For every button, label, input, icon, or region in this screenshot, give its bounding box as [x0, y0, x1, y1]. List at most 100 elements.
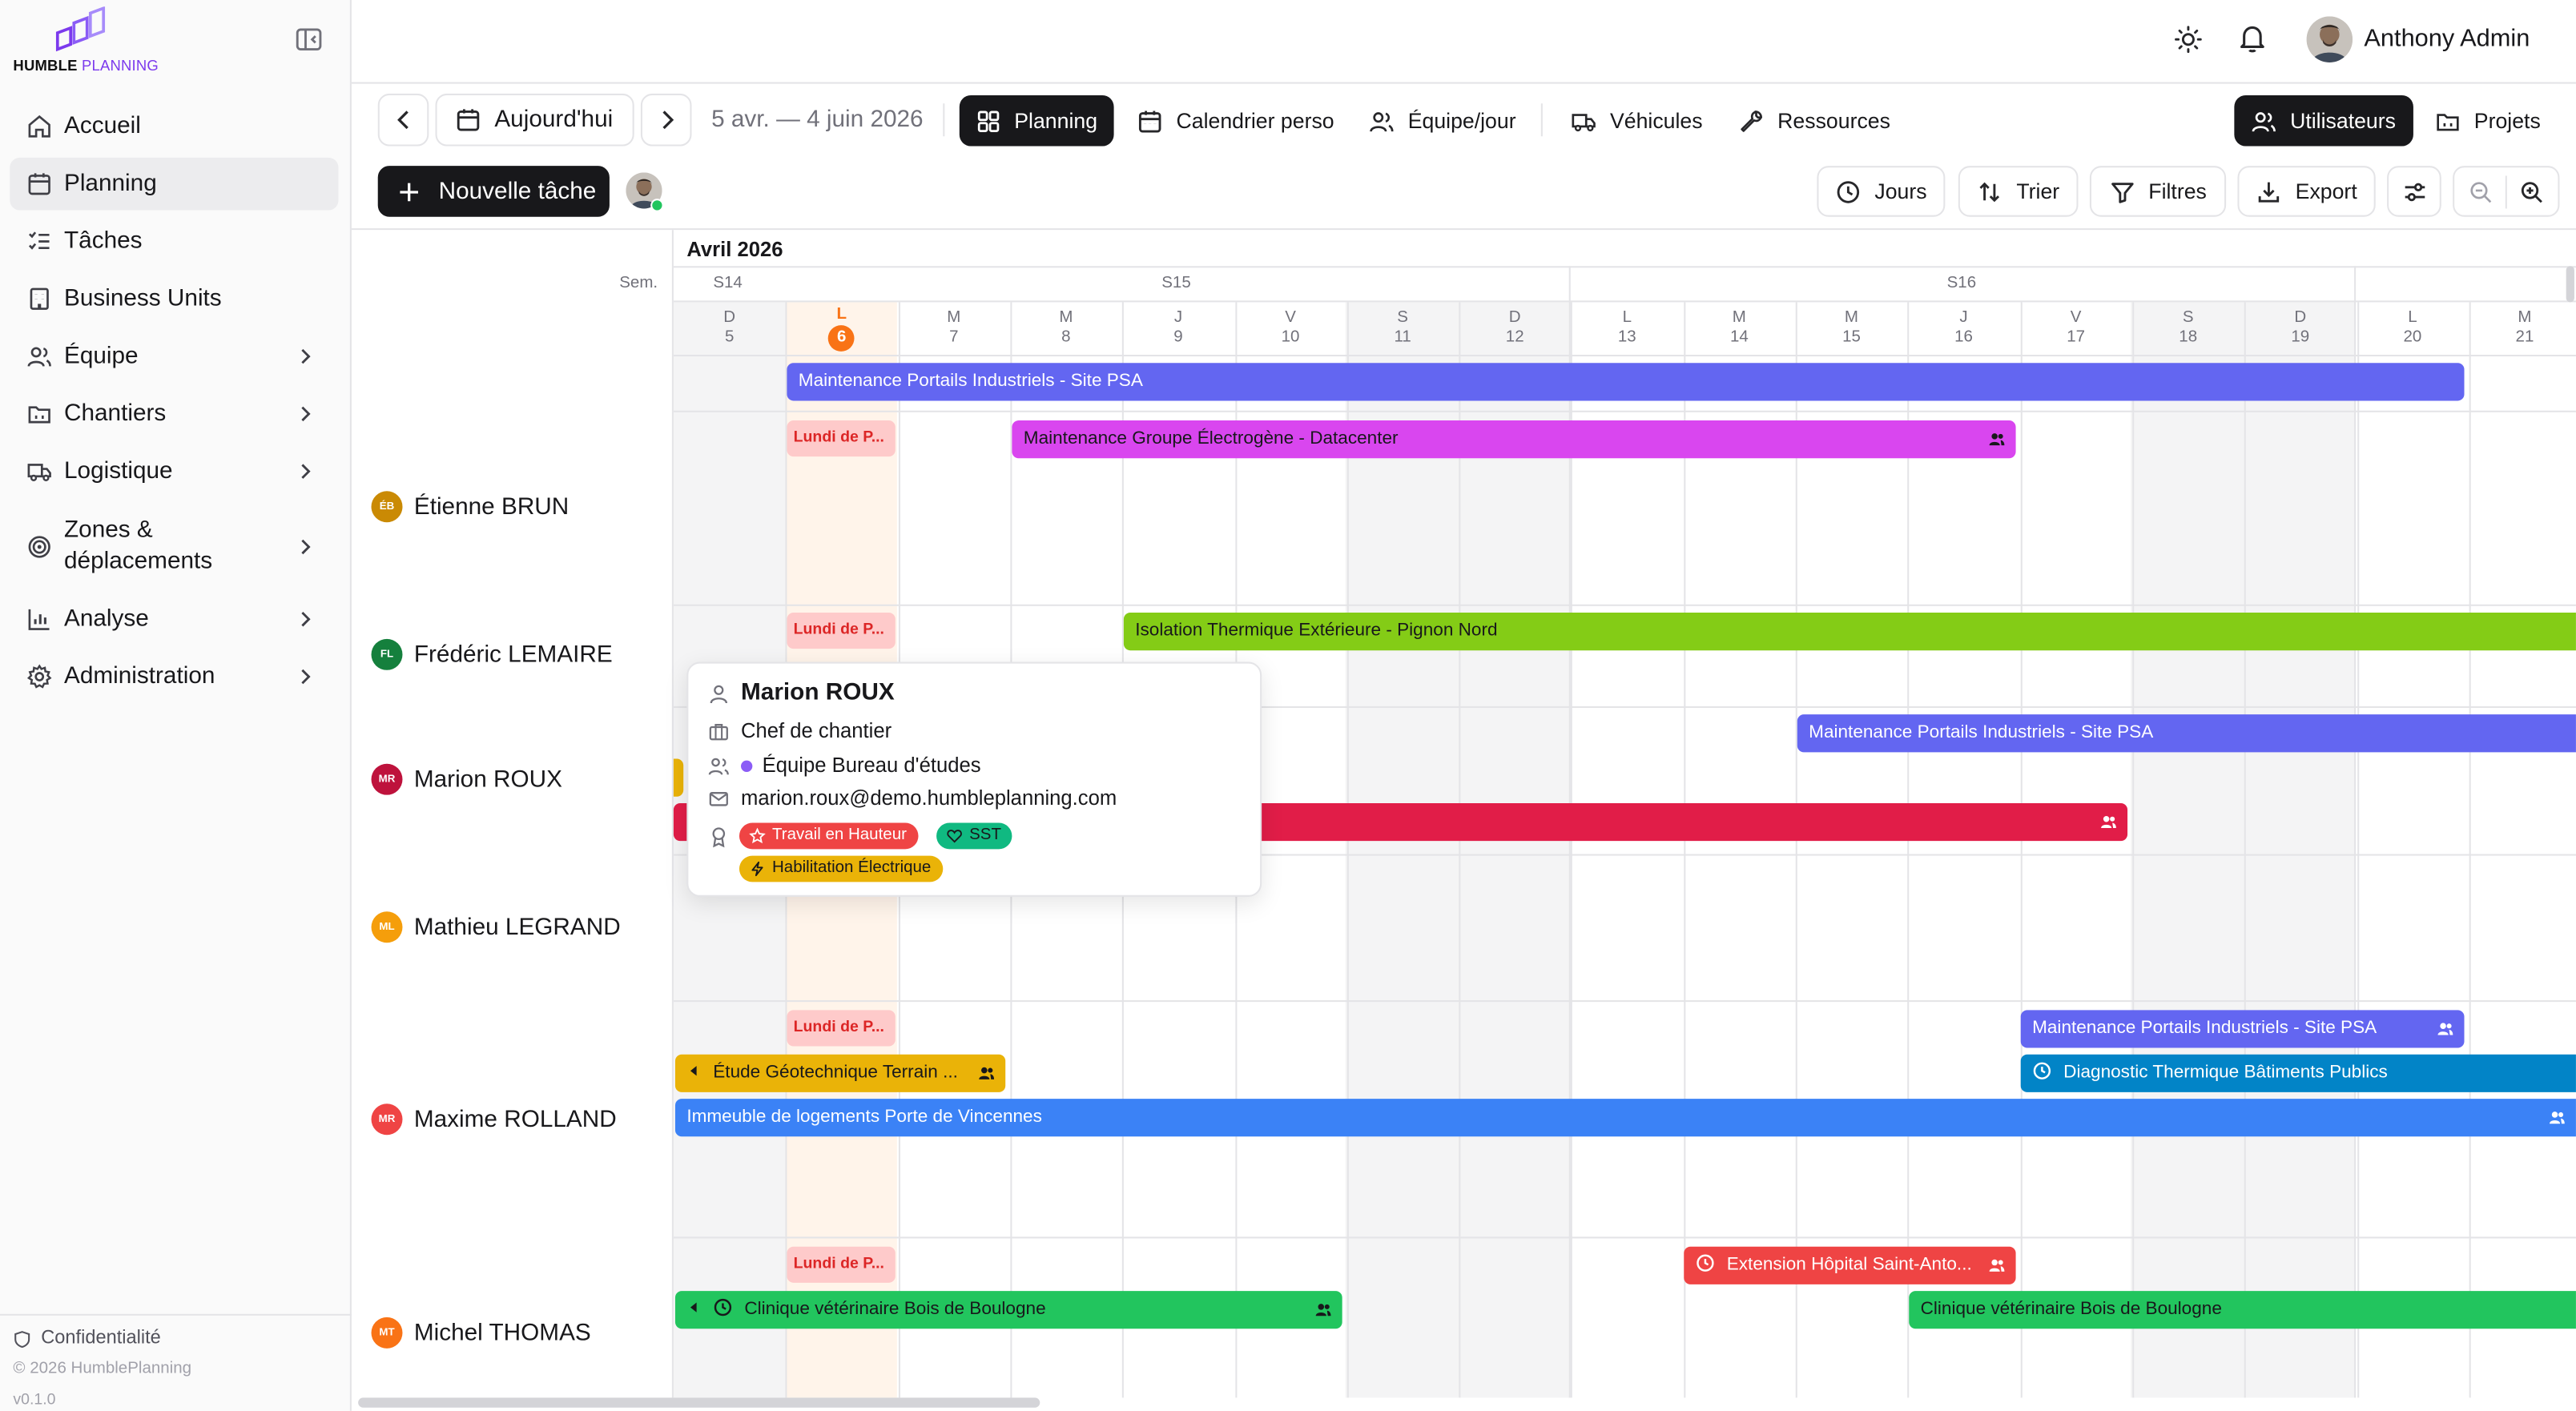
task-bar[interactable]: Maintenance Portails Industriels - Site …	[787, 363, 2465, 401]
day-header: L 13	[1572, 309, 1683, 348]
nav-label: Analyse	[63, 605, 149, 632]
privacy-link[interactable]: Confidentialité	[13, 1329, 161, 1349]
sidebar: HUMBLE PLANNING Accueil Planning Tâches …	[0, 0, 352, 1411]
view-users-toggle[interactable]: Utilisateurs	[2234, 94, 2413, 147]
theme-toggle-icon[interactable]	[2171, 23, 2204, 56]
popup-name-row: Marion ROUX	[708, 680, 895, 706]
day-number: 16	[1954, 328, 1973, 347]
task-bar-stub[interactable]	[673, 758, 684, 797]
nav-zones[interactable]: Zones & déplacements	[10, 509, 338, 585]
person-row-label[interactable]: MR Marion ROUX	[371, 763, 562, 795]
team-icon	[1989, 433, 2005, 446]
nav-analyse[interactable]: Analyse	[10, 593, 338, 645]
chevron-right-icon	[301, 539, 311, 555]
task-bar[interactable]: Maintenance Portails Industriels - Site …	[2020, 1010, 2465, 1048]
day-number: 17	[2067, 328, 2086, 347]
nav-logistique[interactable]: Logistique	[10, 445, 338, 498]
holiday-chip[interactable]: Lundi de P...	[787, 1246, 896, 1283]
task-bar[interactable]: Immeuble de logements Porte de Vincennes	[674, 1099, 2576, 1137]
person-row-label[interactable]: MT Michel THOMAS	[371, 1317, 591, 1349]
prev-period-button[interactable]	[377, 93, 429, 147]
view-projects-toggle[interactable]: Projets	[2418, 95, 2557, 147]
vertical-scrollbar[interactable]	[2566, 266, 2574, 303]
task-bar[interactable]: Clinique vétérinaire Bois de Boulogne	[1909, 1291, 2576, 1329]
person-avatar: ML	[371, 911, 403, 943]
tab-ressources[interactable]: Ressources	[1721, 95, 1906, 147]
day-letter: J	[1959, 308, 1968, 328]
day-number: 7	[949, 328, 959, 347]
export-button[interactable]: Export	[2237, 166, 2376, 217]
person-row-label[interactable]: FL Frédéric LEMAIRE	[371, 638, 613, 670]
new-task-button[interactable]: Nouvelle tâche	[377, 166, 610, 217]
nav-label: Accueil	[63, 112, 141, 139]
task-bar[interactable]: Clinique vétérinaire Bois de Boulogne	[674, 1291, 1342, 1329]
days-button[interactable]: Jours	[1817, 166, 1946, 217]
award-icon	[712, 827, 726, 848]
month-label: Avril 2026	[686, 238, 783, 262]
day-number: 12	[1505, 328, 1524, 347]
bell-icon[interactable]	[2236, 22, 2268, 54]
filters-button[interactable]: Filtres	[2089, 166, 2227, 217]
tab-planning[interactable]: Planning	[959, 94, 1114, 147]
nav-taches[interactable]: Tâches	[10, 215, 338, 268]
person-name: Maxime ROLLAND	[413, 1106, 617, 1133]
today-button[interactable]: Aujourd'hui	[435, 93, 634, 147]
nav-administration[interactable]: Administration	[10, 650, 338, 703]
horizontal-scrollbar[interactable]	[358, 1397, 1040, 1408]
person-avatar: MR	[371, 763, 403, 795]
next-period-button[interactable]	[640, 93, 692, 147]
person-name: Étienne BRUN	[413, 493, 570, 521]
day-header: V 10	[1234, 309, 1346, 348]
calendar-icon	[28, 173, 50, 195]
day-number: 14	[1729, 328, 1749, 347]
task-bar[interactable]: Extension Hôpital Saint-Anto...	[1684, 1246, 2016, 1284]
user-hover-card: Marion ROUX Chef de chantier Équipe Bure…	[686, 661, 1262, 897]
task-bar[interactable]: Maintenance Portails Industriels - Site …	[1797, 714, 2576, 753]
zoom-out-icon[interactable]	[2467, 179, 2493, 205]
person-row-label[interactable]: ML Mathieu LEGRAND	[371, 911, 621, 943]
nav-label: Logistique	[63, 457, 173, 484]
copyright: © 2026 HumblePlanning	[13, 1360, 192, 1378]
sort-button[interactable]: Trier	[1958, 166, 2079, 217]
week-label: S15	[1161, 274, 1191, 293]
holiday-chip[interactable]: Lundi de P...	[787, 613, 896, 649]
wrench-icon	[1741, 110, 1763, 131]
day-header: D5	[674, 309, 785, 348]
collapse-sidebar-icon[interactable]	[292, 23, 325, 56]
holiday-chip[interactable]: Lundi de P...	[787, 420, 896, 457]
person-row-label[interactable]: ÉB Étienne BRUN	[371, 491, 570, 523]
day-header: L6	[786, 305, 897, 352]
nav-equipe[interactable]: Équipe	[10, 330, 338, 383]
day-letter: S	[2182, 308, 2194, 328]
sort-icon	[1980, 181, 2000, 202]
person-row-label[interactable]: MR Maxime ROLLAND	[371, 1103, 617, 1136]
skill-badge: Habilitation Électrique	[739, 855, 943, 882]
task-bar[interactable]: Maintenance Groupe Électrogène - Datacen…	[1012, 420, 2016, 459]
tasks-icon	[28, 231, 50, 250]
tab-equipe-jour[interactable]: Équipe/jour	[1352, 95, 1532, 147]
gear-icon	[26, 664, 52, 689]
task-bar[interactable]: Étude Géotechnique Terrain ...	[674, 1054, 1006, 1092]
nav-planning[interactable]: Planning	[10, 157, 339, 211]
day-number: 9	[1173, 328, 1183, 347]
user-name[interactable]: Anthony Admin	[2364, 25, 2530, 53]
user-avatar[interactable]	[2306, 16, 2353, 62]
holiday-chip[interactable]: Lundi de P...	[787, 1010, 896, 1047]
task-bar[interactable]: Diagnostic Thermique Bâtiments Publics	[2020, 1054, 2576, 1092]
nav-business-units[interactable]: Business Units	[10, 272, 338, 325]
day-number: 19	[2291, 328, 2310, 347]
zoom-in-icon[interactable]	[2519, 179, 2546, 205]
display-settings-button[interactable]	[2387, 166, 2441, 217]
tab-calendrier-perso[interactable]: Calendrier perso	[1121, 95, 1350, 147]
person-avatar: MT	[371, 1317, 403, 1349]
nav-accueil[interactable]: Accueil	[10, 100, 338, 153]
day-letter: L	[1622, 308, 1632, 328]
date-range: 5 avr. — 4 juin 2026	[711, 107, 924, 134]
nav-label: Business Units	[63, 284, 222, 312]
task-bar[interactable]: Isolation Thermique Extérieure - Pignon …	[1123, 613, 2576, 651]
day-letter: V	[2070, 308, 2082, 328]
folder-icon	[2437, 113, 2459, 131]
nav-chantiers[interactable]: Chantiers	[10, 388, 338, 440]
day-letter: D	[2294, 308, 2307, 328]
tab-vehicules[interactable]: Véhicules	[1554, 95, 1719, 147]
